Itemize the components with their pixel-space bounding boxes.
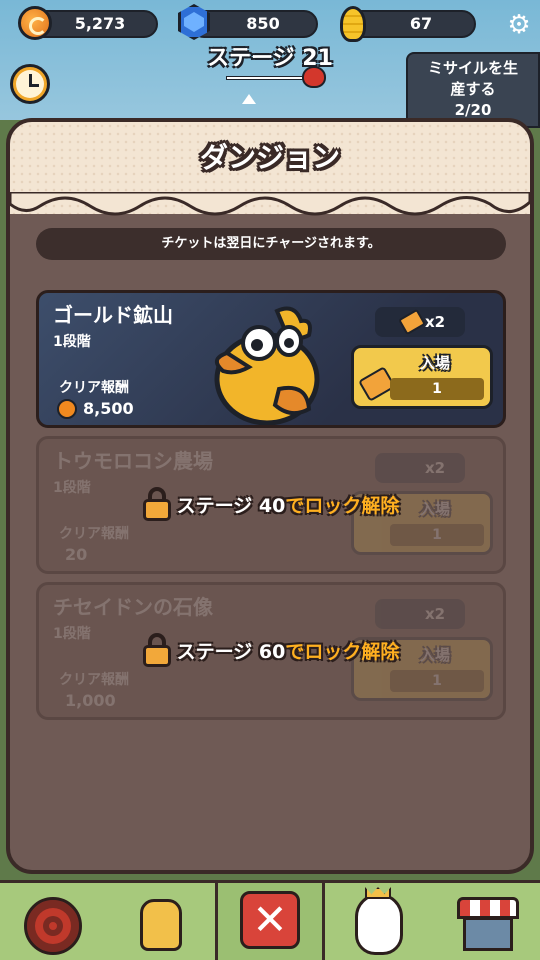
- close-button[interactable]: ✕: [240, 891, 300, 949]
- lock-message: ステージ 40でロック解除: [39, 487, 503, 527]
- clock-hand: [29, 84, 39, 87]
- corn-icon: [340, 6, 366, 42]
- enter-label: 入場: [419, 354, 450, 372]
- lock-suffix: でロック解除: [285, 640, 400, 663]
- crown-icon: [365, 887, 391, 899]
- chick-mascot-icon: [214, 306, 320, 425]
- ticket-count: x2: [375, 453, 465, 483]
- coin-icon: [18, 6, 52, 40]
- panel-title: ダンジョン: [199, 141, 340, 174]
- enter-cost: 1: [390, 670, 484, 692]
- lock-icon: [142, 633, 171, 667]
- reward-label: クリア報酬: [59, 380, 129, 396]
- lock-message: ステージ 60でロック解除: [39, 633, 503, 673]
- reward-value: 1,000: [65, 691, 116, 710]
- lock-stage: ステージ 40: [176, 494, 286, 517]
- panel-header-wave: [10, 192, 530, 216]
- missile-label-line2: 産する: [450, 80, 496, 98]
- dungeon-card-corn-farm: トウモロコシ農場 1段階 クリア報酬 20 x2 入場 1 ステージ 40でロッ…: [36, 436, 506, 574]
- shop-body: [463, 917, 513, 951]
- shop-icon[interactable]: [457, 897, 519, 951]
- lock-stage: ステージ 60: [176, 640, 286, 663]
- reward-value: 20: [65, 545, 88, 564]
- corn-counter[interactable]: 67: [348, 10, 476, 38]
- enter-cost: 1: [390, 524, 484, 546]
- enter-button[interactable]: 入場 1: [351, 345, 493, 409]
- dungeon-panel: ダンジョン チケットは翌日にチャージされます。 ゴールド鉱山 1段階 クリア報酬…: [6, 118, 534, 874]
- missile-label-line1: ミサイルを生: [427, 59, 518, 77]
- bottom-nav: ✕: [0, 880, 540, 960]
- nav-center-section: ✕: [218, 883, 322, 960]
- reward-value: 8,500: [83, 399, 134, 418]
- bird-character-icon[interactable]: [355, 893, 403, 955]
- dungeon-name: トウモロコシ農場: [53, 449, 213, 473]
- coin-icon: [57, 399, 77, 419]
- boss-devil-icon: [302, 66, 326, 88]
- dungeon-name: チセイドンの石像: [53, 595, 213, 619]
- dungeon-card-gold-mine[interactable]: ゴールド鉱山 1段階 クリア報酬 8,500 x2 入場 1: [36, 290, 506, 428]
- gloves-icon[interactable]: [140, 899, 182, 951]
- dungeon-card-statue: チセイドンの石像 1段階 クリア報酬 1,000 x2 入場 1 ステージ 60…: [36, 582, 506, 720]
- ticket-count: x2: [375, 599, 465, 629]
- stage-progress-track: [226, 76, 304, 80]
- shop-awning: [457, 897, 519, 919]
- missile-production-box[interactable]: ミサイルを生 産する 2/20: [406, 52, 540, 128]
- dungeon-level: 1段階: [53, 334, 91, 350]
- stage-marker-icon: [242, 94, 256, 104]
- lock-icon: [142, 487, 171, 521]
- gear-icon[interactable]: ⚙: [506, 12, 532, 38]
- nav-left-section: [0, 883, 218, 960]
- dungeon-name: ゴールド鉱山: [53, 303, 173, 327]
- enter-cost: 1: [390, 378, 484, 400]
- target-icon[interactable]: [24, 897, 82, 955]
- ticket-notice: チケットは翌日にチャージされます。: [36, 228, 506, 260]
- lock-suffix: でロック解除: [285, 494, 400, 517]
- nav-right-section: [322, 883, 540, 960]
